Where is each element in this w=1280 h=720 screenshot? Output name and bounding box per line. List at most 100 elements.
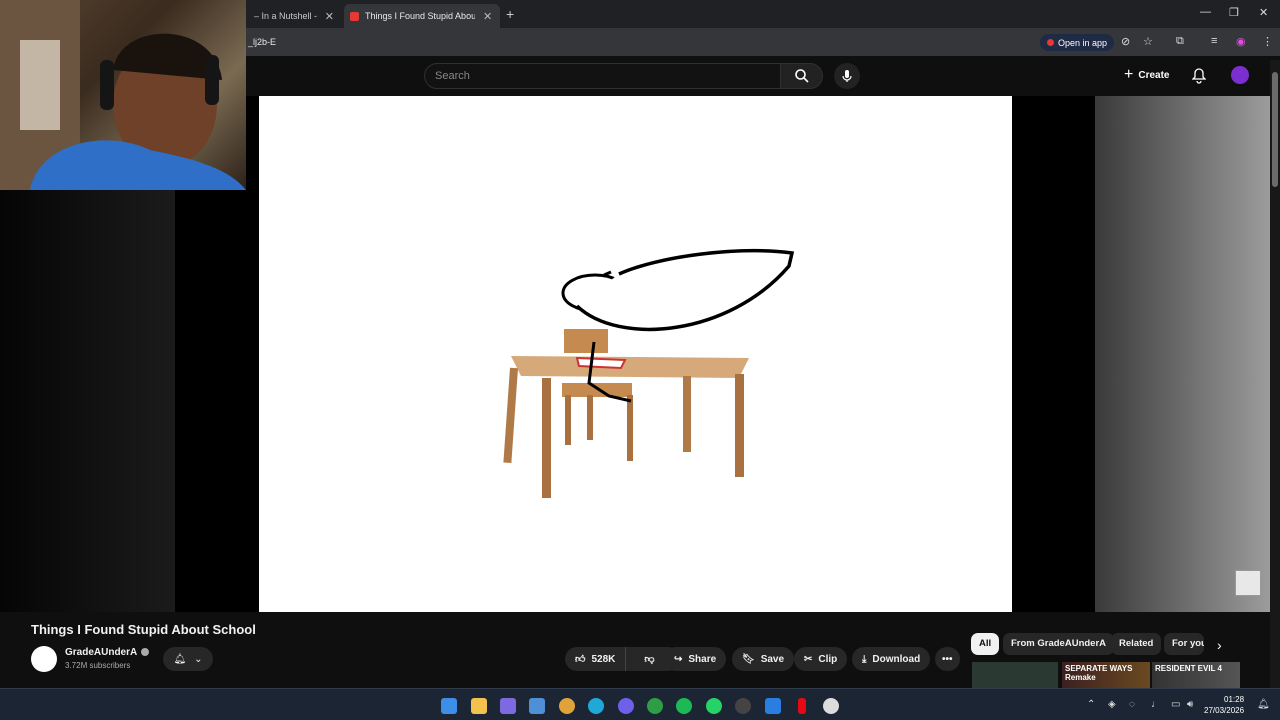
like-button[interactable]: 👍︎ 528K — [565, 647, 627, 671]
spotify-icon[interactable] — [676, 698, 692, 714]
eye-off-icon[interactable]: ⊘ — [1121, 35, 1130, 48]
chair-leg — [565, 395, 571, 445]
chip-for-you[interactable]: For you — [1164, 633, 1204, 655]
microphone-icon — [842, 70, 852, 82]
thumbs-up-icon: 👍︎ — [575, 654, 586, 665]
browser-tab-nutshell[interactable]: – In a Nutshell - You ✕ — [248, 4, 340, 28]
channel-name-row[interactable]: GradeAUnderA — [65, 647, 150, 658]
open-book — [575, 356, 627, 370]
create-button[interactable]: + Create — [1124, 66, 1169, 84]
clip-label: Clip — [818, 653, 838, 665]
system-clock[interactable]: 01:28 27/03/2026 — [1204, 694, 1244, 716]
desk-leg — [683, 376, 691, 452]
store-icon[interactable] — [529, 698, 545, 714]
media-control-icon[interactable]: ≡ — [1211, 35, 1217, 47]
bell-icon: 🔔︎ — [173, 653, 187, 665]
scrollbar-thumb[interactable] — [1272, 72, 1278, 187]
tray-sync-icon[interactable]: ◌ — [1129, 699, 1135, 710]
chip-all[interactable]: All — [971, 633, 1000, 655]
close-window-icon[interactable]: ✕ — [1259, 6, 1268, 19]
edge-icon[interactable] — [588, 698, 604, 714]
video-drawing — [503, 249, 795, 498]
share-label: Share — [688, 653, 717, 665]
recommended-thumb[interactable] — [972, 662, 1058, 688]
windows-start-icon[interactable] — [441, 698, 457, 714]
minimize-icon[interactable]: — — [1200, 6, 1211, 18]
chip-related[interactable]: Related — [1111, 633, 1162, 655]
tray-overflow-icon[interactable]: ⌃ — [1087, 699, 1095, 710]
chair-leg — [627, 395, 633, 461]
dislike-button[interactable]: 👎︎ — [632, 647, 666, 671]
user-avatar[interactable] — [1231, 66, 1249, 84]
volume-icon[interactable]: 🔊︎ — [1187, 699, 1193, 710]
download-button[interactable]: ⤓ Download — [852, 647, 931, 671]
channel-name[interactable]: GradeAUnderA — [65, 647, 137, 658]
obs-icon[interactable] — [735, 698, 751, 714]
stick-figure-eye — [603, 270, 612, 277]
copilot-icon[interactable] — [500, 698, 516, 714]
notification-icon[interactable]: 🔔︎ — [1257, 699, 1270, 710]
download-label: Download — [872, 653, 921, 665]
search-icon — [794, 69, 809, 83]
voice-search-button[interactable] — [834, 63, 860, 89]
search-input[interactable]: Search — [424, 63, 781, 89]
chevron-down-icon: ⌄ — [194, 653, 203, 665]
extensions-icon[interactable]: ⧉ — [1176, 35, 1184, 48]
network-icon[interactable]: ▭ — [1171, 699, 1180, 710]
streamer-image — [0, 0, 246, 190]
microphone-tray-icon[interactable]: ♩ — [1151, 699, 1161, 710]
mail-icon[interactable] — [765, 698, 781, 714]
clip-button[interactable]: ✂ Clip — [794, 647, 848, 671]
youtube-icon — [1047, 39, 1054, 46]
chair-seat — [562, 383, 632, 397]
netflix-icon[interactable] — [798, 698, 806, 714]
chair-leg — [587, 395, 593, 440]
recommended-thumb[interactable]: RESIDENT EVIL 4 — [1152, 662, 1240, 688]
close-tab-icon[interactable]: ✕ — [483, 10, 492, 23]
new-tab-icon[interactable]: + — [506, 6, 514, 22]
channel-watermark[interactable] — [1235, 570, 1261, 596]
settings-icon[interactable] — [823, 698, 839, 714]
chevron-right-icon[interactable]: › — [1217, 637, 1222, 653]
file-explorer-icon[interactable] — [471, 698, 487, 714]
browser-menu-icon[interactable]: ⋮ — [1262, 35, 1273, 48]
save-button[interactable]: 🔖︎ Save — [732, 647, 795, 671]
notifications-bell-icon[interactable] — [1192, 68, 1206, 84]
xbox-icon[interactable] — [647, 698, 663, 714]
webcam-overlay — [0, 0, 246, 190]
windows-taskbar: ⌃ ◈ ◌ ♩ ▭ 🔊︎ 01:28 27/03/2026 🔔︎ — [0, 688, 1280, 720]
restore-icon[interactable]: ❐ — [1229, 6, 1239, 19]
recommended-thumb[interactable]: SEPARATE WAYS Remake — [1062, 662, 1150, 688]
close-tab-icon[interactable]: ✕ — [325, 10, 334, 23]
desk-leg — [503, 367, 518, 464]
more-actions-button[interactable]: ••• — [935, 647, 960, 671]
url-text[interactable]: _lj2b-E — [248, 37, 276, 47]
like-dislike-group: 👍︎ 528K 👎︎ — [565, 647, 680, 671]
tab-label: Things I Found Stupid About S — [365, 11, 475, 21]
whatsapp-icon[interactable] — [706, 698, 722, 714]
subscriber-count: 3.72M subscribers — [65, 661, 131, 670]
stick-figure-body-blob — [575, 249, 795, 332]
share-button[interactable]: ↪ Share — [664, 647, 727, 671]
chrome-icon[interactable] — [559, 698, 575, 714]
subscription-bell-button[interactable]: 🔔︎ ⌄ — [163, 647, 213, 671]
discord-icon[interactable] — [618, 698, 634, 714]
search-button[interactable] — [781, 63, 823, 89]
open-in-app-label: Open in app — [1058, 37, 1108, 48]
browser-tab-current[interactable]: Things I Found Stupid About S ✕ — [344, 4, 500, 28]
desk-leg — [542, 378, 551, 498]
chip-from-channel[interactable]: From GradeAUnderA — [1003, 633, 1115, 655]
video-title: Things I Found Stupid About School — [31, 622, 256, 637]
channel-avatar[interactable] — [31, 646, 57, 672]
tray-app-icon[interactable]: ◈ — [1108, 699, 1116, 710]
left-background — [0, 190, 175, 612]
like-count: 528K — [591, 653, 616, 665]
profile-icon[interactable]: ◉ — [1236, 35, 1246, 48]
save-label: Save — [760, 653, 785, 665]
bookmark-icon: 🔖︎ — [742, 653, 755, 665]
verified-icon — [141, 648, 150, 657]
open-in-app-button[interactable]: Open in app — [1040, 34, 1115, 51]
right-background — [1095, 96, 1270, 612]
bookmark-star-icon[interactable]: ☆ — [1143, 35, 1153, 48]
clock-date: 27/03/2026 — [1204, 706, 1245, 715]
